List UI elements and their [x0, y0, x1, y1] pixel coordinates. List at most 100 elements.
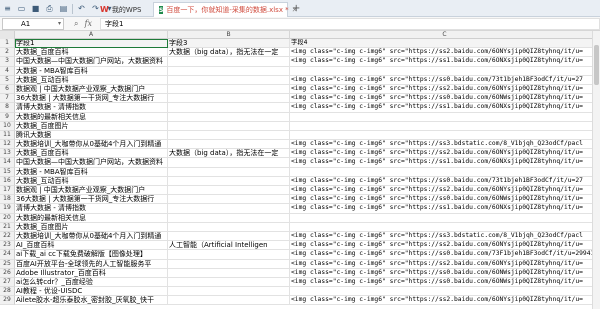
- cell-c[interactable]: <img class="c-img c-img6" src="https://s…: [290, 84, 600, 95]
- cell-b[interactable]: [168, 222, 290, 232]
- cell-a[interactable]: 清博大数据 - 清博指数: [15, 204, 168, 214]
- insert-function-button[interactable]: fx: [84, 19, 91, 28]
- cell-a[interactable]: 大数据_百度百科: [15, 48, 168, 58]
- cell-b[interactable]: [168, 140, 290, 150]
- cell-c[interactable]: [290, 130, 600, 141]
- cell-a[interactable]: 大数据的最新相关信息: [15, 112, 168, 122]
- column-header-b[interactable]: B: [168, 31, 290, 39]
- row-header[interactable]: 5: [0, 75, 15, 85]
- cell-a[interactable]: 百度AI开放平台-全球领先的人工智能服务平: [15, 259, 168, 269]
- cell-b[interactable]: [168, 75, 290, 85]
- column-header-a[interactable]: A: [15, 31, 168, 39]
- cell-a[interactable]: AI_百度百科: [15, 241, 168, 251]
- chevron-down-icon[interactable]: ▾: [58, 19, 61, 29]
- row-header[interactable]: 26: [0, 268, 15, 278]
- tab-my-wps[interactable]: W 我的WPS: [95, 2, 150, 17]
- tab-active-file[interactable]: S 百度一下，你就知道-采集的数据.xlsx * ✕: [153, 2, 298, 17]
- cell-c[interactable]: <img class="c-img c-img6" src="https://s…: [290, 186, 600, 196]
- cell-a[interactable]: 大数据_互动百科: [15, 75, 168, 85]
- scrollbar-thumb[interactable]: [594, 45, 599, 85]
- row-header[interactable]: 24: [0, 250, 15, 260]
- save-icon[interactable]: ■: [30, 3, 41, 14]
- cell-b[interactable]: [168, 66, 290, 76]
- cell-b[interactable]: [168, 84, 290, 95]
- row-header[interactable]: 1: [0, 39, 15, 49]
- row-header[interactable]: 27: [0, 277, 15, 288]
- print-icon[interactable]: ⎙: [44, 3, 55, 14]
- cell-b[interactable]: 人工智能（Artificial Intelligen: [168, 241, 290, 251]
- cell-a[interactable]: Ailete胶水-超乐泰胶水_密封胶_厌氧胶_快干: [15, 296, 168, 306]
- cell-a[interactable]: 大数据培训_大咖带你从0基础4个月入门到精通: [15, 140, 168, 150]
- cell-c[interactable]: <img class="c-img c-img6" src="https://s…: [290, 48, 600, 58]
- cell-b[interactable]: [168, 231, 290, 242]
- row-header[interactable]: 4: [0, 66, 15, 76]
- zoom-icon[interactable]: ⌕: [74, 19, 78, 29]
- cell-b[interactable]: [168, 158, 290, 168]
- cell-b[interactable]: [168, 112, 290, 122]
- cell-b1[interactable]: 字段3: [168, 39, 290, 49]
- row-header[interactable]: 2: [0, 48, 15, 58]
- column-header-c[interactable]: C: [290, 31, 600, 39]
- row-header[interactable]: 15: [0, 167, 15, 177]
- undo-icon[interactable]: ↶: [76, 3, 87, 14]
- cell-c[interactable]: <img class="c-img c-img6" src="https://s…: [290, 241, 600, 251]
- cell-a[interactable]: ai怎么转cdr？_百度经验: [15, 277, 168, 288]
- cell-a[interactable]: 36大数据 | 大数据第一干货网_专注大数据行: [15, 94, 168, 104]
- cell-b[interactable]: [168, 204, 290, 214]
- cell-a[interactable]: 大数据_百度图片: [15, 121, 168, 131]
- row-header[interactable]: 12: [0, 140, 15, 150]
- cell-c[interactable]: <img class="c-img c-img6" src="https://s…: [290, 103, 600, 113]
- cell-c[interactable]: <img class="c-img c-img6" src="https://s…: [290, 259, 600, 269]
- cell-c[interactable]: <img class="c-img c-img6" src="https://s…: [290, 268, 600, 278]
- cell-a1[interactable]: 字段1: [15, 39, 168, 49]
- row-header[interactable]: 25: [0, 259, 15, 269]
- row-header[interactable]: 3: [0, 57, 15, 67]
- cell-b[interactable]: [168, 195, 290, 205]
- cell-a[interactable]: 中国大数据—中国大数据门户网站，大数据资料: [15, 158, 168, 168]
- cell-b[interactable]: [168, 213, 290, 223]
- cell-b[interactable]: [168, 176, 290, 186]
- cell-c[interactable]: <img class="c-img c-img6" src="https://s…: [290, 250, 600, 260]
- cell-b[interactable]: 大数据（big data），指无法在一定: [168, 48, 290, 58]
- cell-b[interactable]: [168, 277, 290, 288]
- row-header[interactable]: 13: [0, 149, 15, 159]
- row-header[interactable]: 7: [0, 94, 15, 104]
- menu-icon[interactable]: ≡: [2, 3, 13, 14]
- row-header[interactable]: 6: [0, 84, 15, 95]
- new-tab-button[interactable]: +: [292, 3, 300, 14]
- cell-c[interactable]: <img class="c-img c-img6" src="https://s…: [290, 195, 600, 205]
- row-header[interactable]: 22: [0, 231, 15, 242]
- cell-b[interactable]: [168, 186, 290, 196]
- cell-b[interactable]: [168, 130, 290, 141]
- row-header[interactable]: 16: [0, 176, 15, 186]
- cell-b[interactable]: [168, 94, 290, 104]
- cell-c[interactable]: [290, 287, 600, 297]
- cell-a[interactable]: 中国大数据—中国大数据门户网站，大数据资料: [15, 57, 168, 67]
- cell-c[interactable]: <img class="c-img c-img6" src="https://s…: [290, 94, 600, 104]
- cell-c[interactable]: [290, 66, 600, 76]
- cell-a[interactable]: 清博大数据 - 清博指数: [15, 103, 168, 113]
- cell-a[interactable]: 大数据的最新相关信息: [15, 213, 168, 223]
- cell-b[interactable]: [168, 121, 290, 131]
- vertical-scrollbar[interactable]: [592, 31, 600, 309]
- row-header[interactable]: 11: [0, 130, 15, 141]
- cell-a[interactable]: Adobe Illustrator_百度百科: [15, 268, 168, 278]
- cell-c[interactable]: [290, 213, 600, 223]
- name-box[interactable]: A1 ▾: [2, 17, 64, 30]
- cell-c[interactable]: <img class="c-img c-img6" src="https://s…: [290, 176, 600, 186]
- cell-a[interactable]: 数据观 | 中国大数据产业观察_大数据门户: [15, 186, 168, 196]
- cell-c[interactable]: <img class="c-img c-img6" src="https://s…: [290, 140, 600, 150]
- cell-a[interactable]: 大数据_互动百科: [15, 176, 168, 186]
- cell-a[interactable]: ai下载_ai cc下载免费破解版【图像处理】: [15, 250, 168, 260]
- open-folder-icon[interactable]: ▭: [16, 3, 27, 14]
- cell-c1[interactable]: 字段4: [290, 39, 600, 49]
- cell-c[interactable]: <img class="c-img c-img6" src="https://s…: [290, 231, 600, 242]
- cell-a[interactable]: 大数据_百度百科: [15, 149, 168, 159]
- row-header[interactable]: 14: [0, 158, 15, 168]
- cell-b[interactable]: [168, 57, 290, 67]
- row-header[interactable]: 23: [0, 241, 15, 251]
- print-preview-icon[interactable]: ▤: [58, 3, 69, 14]
- select-all-corner[interactable]: [0, 31, 15, 39]
- row-header[interactable]: 8: [0, 103, 15, 113]
- cell-b[interactable]: [168, 287, 290, 297]
